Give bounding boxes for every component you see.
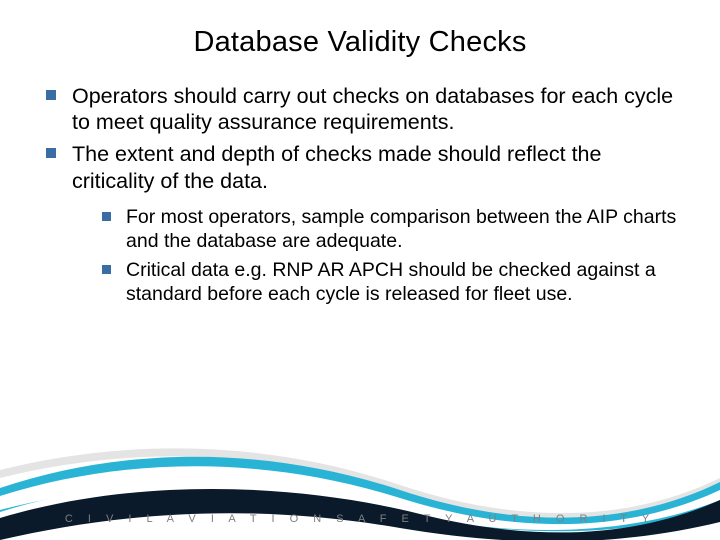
footer: C I V I L A V I A T I O N S A F E T Y A …: [0, 430, 720, 540]
page-title: Database Validity Checks: [40, 26, 680, 59]
sub-bullet-text: Critical data e.g. RNP AR APCH should be…: [126, 259, 656, 305]
bullet-list: Operators should carry out checks on dat…: [46, 83, 680, 307]
swoosh-icon: [0, 430, 720, 540]
sub-bullet-text: For most operators, sample comparison be…: [126, 206, 676, 252]
list-item: Critical data e.g. RNP AR APCH should be…: [102, 259, 680, 307]
bullet-text: The extent and depth of checks made shou…: [72, 142, 601, 192]
slide: Database Validity Checks Operators shoul…: [0, 0, 720, 540]
footer-org-text: C I V I L A V I A T I O N S A F E T Y A …: [0, 513, 720, 525]
list-item: Operators should carry out checks on dat…: [46, 83, 680, 135]
list-item: For most operators, sample comparison be…: [102, 206, 680, 254]
sub-bullet-list: For most operators, sample comparison be…: [102, 206, 680, 307]
list-item: The extent and depth of checks made shou…: [46, 141, 680, 307]
bullet-text: Operators should carry out checks on dat…: [72, 84, 673, 134]
